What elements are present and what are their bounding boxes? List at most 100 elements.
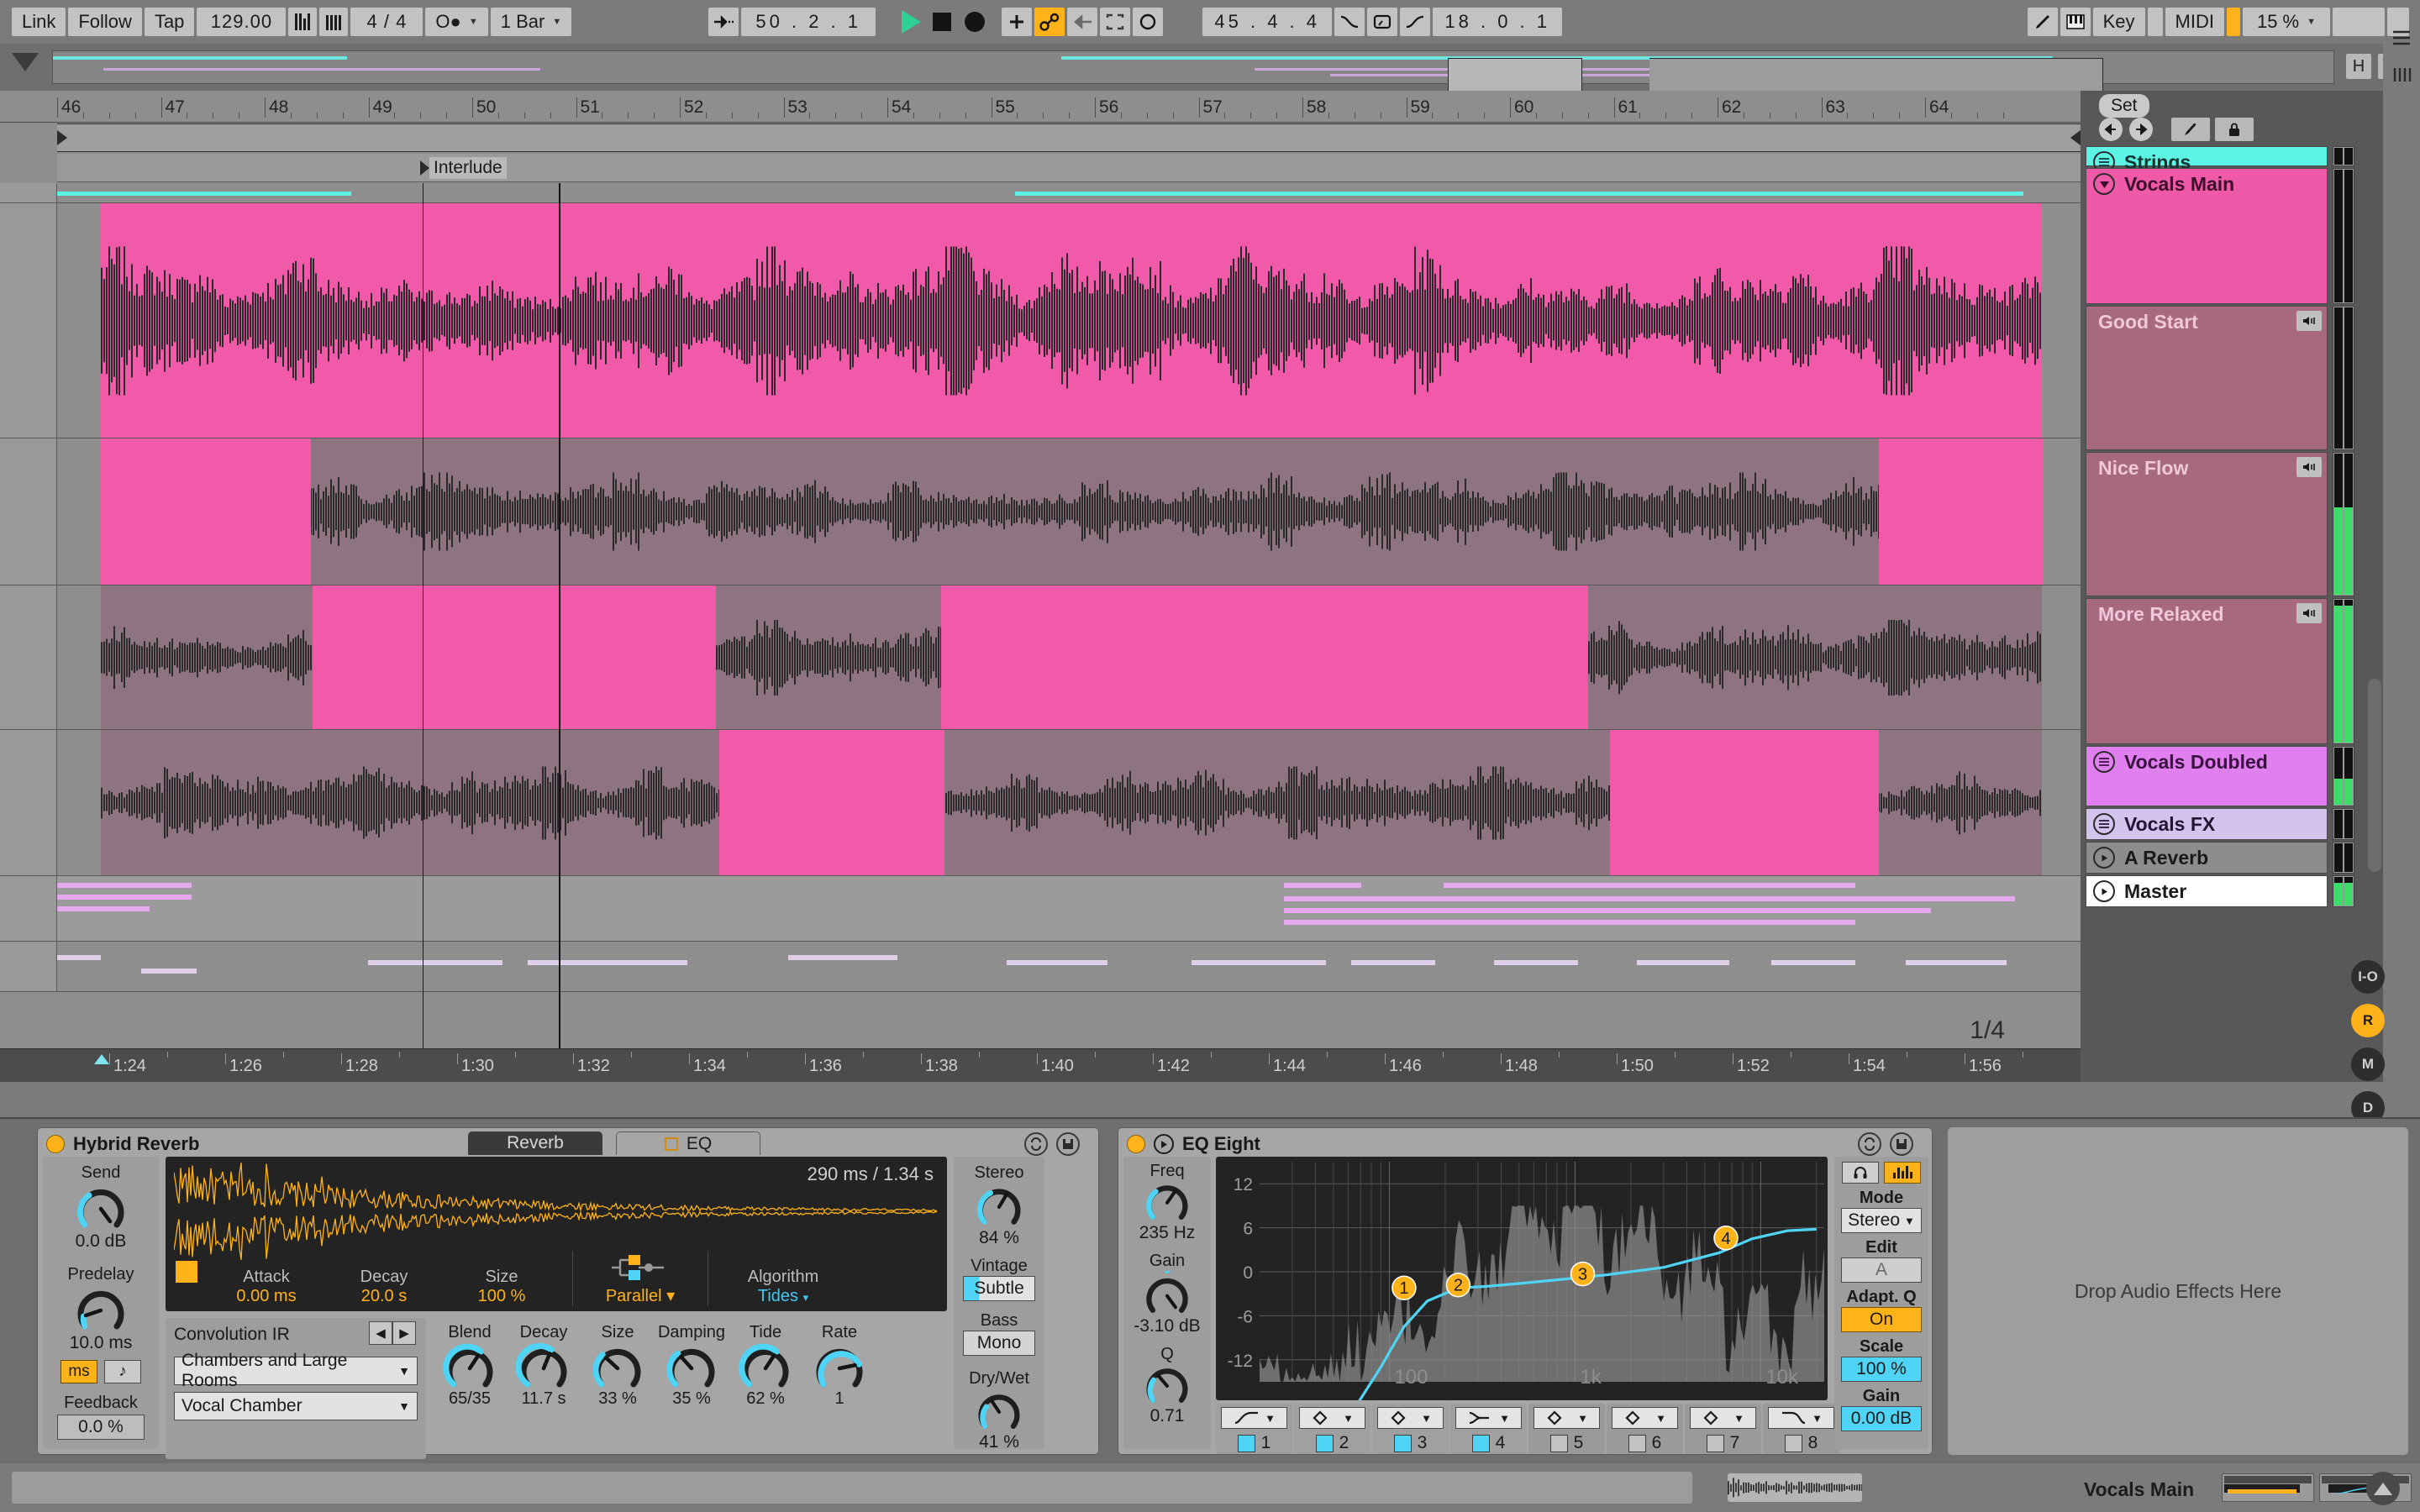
eq-mode-select[interactable]: Stereo ▼ — [1841, 1208, 1922, 1233]
eq-band-toggle-3[interactable] — [1393, 1434, 1412, 1452]
hot-swap-icon[interactable] — [1858, 1132, 1881, 1156]
session-record-icon[interactable] — [1133, 8, 1164, 36]
triangle-up-icon[interactable] — [2366, 1472, 2400, 1505]
cpu-load-meter[interactable]: 15 % — [2243, 8, 2330, 36]
track-lane-vocals-main[interactable] — [0, 203, 2081, 438]
note-icon[interactable]: ♪ — [104, 1360, 141, 1383]
play-icon[interactable] — [1154, 1134, 1174, 1154]
eq-band-toggle-5[interactable] — [1549, 1434, 1568, 1452]
hot-swap-icon[interactable] — [1024, 1132, 1048, 1156]
set-label[interactable]: Set — [2099, 94, 2149, 118]
session-slot-vocals-fx[interactable]: Vocals FX — [2086, 808, 2328, 840]
session-slot-strings[interactable]: Strings — [2086, 146, 2328, 173]
play-icon[interactable] — [2093, 847, 2115, 869]
nudge-button[interactable] — [319, 8, 349, 36]
metronome-button[interactable] — [288, 8, 318, 36]
audio-clip-selected[interactable] — [1879, 438, 2043, 585]
tempo-field[interactable]: 129.00 — [197, 8, 287, 36]
speaker-icon[interactable] — [2296, 457, 2322, 477]
list-icon[interactable] — [2093, 751, 2115, 773]
device-hybrid-reverb[interactable]: Hybrid Reverb Reverb EQ Send 0.0 dB Pred… — [37, 1127, 1099, 1459]
save-preset-icon[interactable] — [1890, 1132, 1913, 1156]
eq-band-8[interactable]: ▼ 8 — [1763, 1404, 1839, 1454]
session-track-panel[interactable]: Set Strings Vocals Main Good Start Nice Flo… — [2081, 91, 2385, 1125]
track-lane-take-2[interactable] — [0, 585, 2081, 730]
record-icon[interactable] — [965, 12, 986, 32]
drywet-knob[interactable] — [954, 1390, 1044, 1432]
session-slot-nice-flow[interactable]: Nice Flow — [2086, 452, 2328, 596]
track-lane-vocals-doubled[interactable] — [0, 876, 2081, 942]
session-slot-a-reverb[interactable]: A Reverb — [2086, 842, 2328, 874]
lock-icon[interactable] — [2215, 118, 2254, 141]
midi-clip[interactable] — [1284, 876, 2042, 941]
audio-clip-selected[interactable] — [1610, 730, 1879, 875]
rail-button-m[interactable]: M — [2351, 1047, 2385, 1081]
time-signature-field[interactable]: 4 / 4 — [350, 8, 424, 36]
send-knob[interactable] — [43, 1184, 159, 1231]
bell-icon[interactable]: ▼ — [1612, 1407, 1678, 1429]
bar-ruler[interactable]: 46 47 48 49 50 51 52 53 54 55 56 57 58 59 60 61 62 63 64 — [0, 91, 2081, 123]
session-slot-master[interactable]: Master — [2086, 875, 2328, 907]
track-lane-vocals-fx[interactable] — [0, 942, 2081, 992]
audio-clip[interactable] — [101, 203, 2042, 438]
reverb-knob-decay[interactable]: Decay 11.7 s — [507, 1318, 581, 1459]
eq-q-knob[interactable] — [1123, 1364, 1211, 1406]
play-icon[interactable] — [2093, 880, 2115, 902]
arrow-right-icon[interactable]: ▶ — [392, 1321, 416, 1345]
overview-track[interactable] — [52, 50, 2334, 92]
low-pass-icon[interactable]: ▼ — [1768, 1407, 1834, 1429]
routing-mode[interactable]: Parallel ▾ — [585, 1285, 696, 1306]
fade-box-icon[interactable] — [1367, 8, 1398, 36]
back-arrow-icon[interactable] — [1067, 8, 1098, 36]
session-scrollbar[interactable] — [2368, 679, 2381, 872]
audio-clip[interactable] — [101, 438, 2042, 585]
track-lanes[interactable] — [0, 183, 2081, 1048]
eq-band-toggle-1[interactable] — [1237, 1434, 1255, 1452]
predelay-unit-ms[interactable]: ms — [60, 1360, 97, 1383]
vintage-value[interactable]: Subtle — [963, 1276, 1035, 1301]
mini-clip-view[interactable] — [1728, 1473, 1862, 1502]
ir-preset-select[interactable]: Vocal Chamber ▼ — [174, 1392, 418, 1420]
eq-band-toggle-4[interactable] — [1471, 1434, 1490, 1452]
reverb-knob-rate[interactable]: Rate 1 — [802, 1318, 876, 1459]
arrangement-record-icon[interactable] — [1002, 8, 1033, 36]
lane-head-vocals-fx[interactable] — [0, 942, 57, 991]
loop-brackets-icon[interactable] — [1100, 8, 1131, 36]
tab-reverb[interactable]: Reverb — [468, 1131, 602, 1155]
loop-start-field[interactable]: 45 . 4 . 4 — [1202, 8, 1333, 36]
bell-icon[interactable]: ▼ — [1534, 1407, 1600, 1429]
arrow-left-icon[interactable] — [2099, 118, 2123, 141]
reverb-knob-blend[interactable]: Blend 65/35 — [433, 1318, 507, 1459]
bass-value[interactable]: Mono — [963, 1331, 1035, 1356]
eq-edit-value[interactable]: A — [1841, 1257, 1922, 1283]
key-map-button[interactable]: Key — [2092, 8, 2145, 36]
reverb-knob-size[interactable]: Size 33 % — [581, 1318, 655, 1459]
eq-band-toggle-7[interactable] — [1706, 1434, 1724, 1452]
routing-icon[interactable]: Parallel ▾ — [585, 1253, 696, 1306]
headphone-icon[interactable] — [1842, 1162, 1879, 1184]
arrangement-overview[interactable]: H W — [0, 44, 2420, 92]
rail-menu-icon[interactable] — [2389, 25, 2414, 50]
lane-head-vocals-main[interactable] — [0, 203, 57, 438]
eq-band-4[interactable]: ▼ 4 — [1450, 1404, 1527, 1454]
midi-clip[interactable] — [57, 942, 2042, 991]
overview-selection[interactable] — [1448, 58, 1582, 92]
spectrum-icon[interactable] — [1884, 1162, 1921, 1184]
punch-in-icon[interactable] — [708, 8, 739, 36]
fade-out-icon[interactable] — [1400, 8, 1431, 36]
save-preset-icon[interactable] — [1056, 1132, 1080, 1156]
lane-head-take-2[interactable] — [0, 585, 57, 729]
eq-adapt-q-value[interactable]: On — [1841, 1307, 1922, 1332]
time-ruler[interactable]: 1:24 1:26 1:28 1:30 1:32 1:34 1:36 1:38 1:40 1:42… — [0, 1048, 2081, 1082]
overview-collapse-icon[interactable] — [12, 53, 39, 71]
rail-mixer-icon[interactable] — [2389, 62, 2414, 87]
eq-band-5[interactable]: ▼ 5 — [1528, 1404, 1605, 1454]
fade-in-icon[interactable] — [1334, 8, 1365, 36]
eq-gain-knob[interactable] — [1123, 1271, 1211, 1316]
predelay-knob[interactable] — [43, 1286, 159, 1333]
low-shelf-icon[interactable]: ▼ — [1455, 1407, 1522, 1429]
audio-clip-selected[interactable] — [719, 730, 944, 875]
lane-head-take-3[interactable] — [0, 730, 57, 875]
overview-visible-region[interactable] — [1649, 58, 2103, 92]
device-power-led[interactable] — [46, 1135, 65, 1153]
